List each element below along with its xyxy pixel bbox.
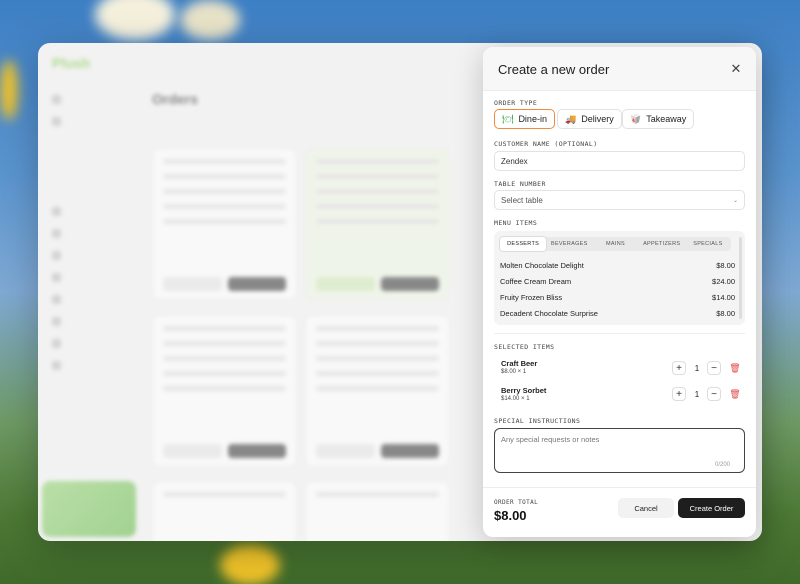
chevron-down-icon: ⌄ bbox=[732, 197, 738, 204]
dine-in-icon: 🍽 bbox=[502, 113, 514, 124]
quantity-value: 1 bbox=[694, 390, 700, 399]
sidebar-item[interactable] bbox=[52, 207, 61, 216]
decrement-button[interactable]: − bbox=[707, 361, 721, 375]
increment-button[interactable]: + bbox=[672, 387, 686, 401]
menu-items-box: DESSERTS BEVERAGES MAINS APPETIZERS SPEC… bbox=[494, 231, 745, 325]
order-total-value: $8.00 bbox=[494, 508, 527, 523]
staff-icon bbox=[52, 317, 61, 326]
divider bbox=[494, 333, 745, 334]
takeaway-button[interactable]: 🥡 Takeaway bbox=[622, 109, 695, 129]
background-flower bbox=[95, 0, 175, 40]
close-icon[interactable]: ✕ bbox=[726, 59, 746, 79]
sidebar-item[interactable] bbox=[52, 117, 61, 126]
menu-item-name: Coffee Cream Dream bbox=[500, 277, 572, 286]
character-counter: 0/200 bbox=[714, 462, 730, 468]
background-flower bbox=[0, 60, 18, 120]
table-select-placeholder: Select table bbox=[501, 195, 543, 205]
menu-item-name: Decadent Chocolate Surprise bbox=[500, 309, 598, 318]
customer-name-input[interactable]: Zendex bbox=[494, 151, 745, 171]
trash-icon[interactable]: 🗑 bbox=[729, 361, 741, 375]
quantity-value: 1 bbox=[694, 364, 700, 373]
tab-mains[interactable]: MAINS bbox=[592, 237, 638, 251]
menu-icon bbox=[52, 207, 61, 216]
sidebar-item[interactable] bbox=[52, 339, 61, 348]
menu-item-price: $8.00 bbox=[716, 261, 735, 270]
menu-items-label: MENU ITEMS bbox=[494, 219, 538, 227]
sidebar-item[interactable] bbox=[52, 95, 61, 104]
cancel-button[interactable]: Cancel bbox=[618, 498, 674, 518]
settings-icon bbox=[52, 361, 61, 370]
increment-button[interactable]: + bbox=[672, 361, 686, 375]
selected-item-detail: $8.00 × 1 bbox=[501, 369, 527, 375]
table-number-select[interactable]: Select table ⌄ bbox=[494, 190, 745, 210]
order-card[interactable] bbox=[305, 481, 450, 541]
menu-item-name: Molten Chocolate Delight bbox=[500, 261, 584, 270]
selected-items-label: SELECTED ITEMS bbox=[494, 343, 555, 351]
create-order-panel: Create a new order ✕ ORDER TYPE 🍽 Dine-i… bbox=[483, 47, 756, 537]
sidebar-item[interactable] bbox=[52, 361, 61, 370]
table-number-label: TABLE NUMBER bbox=[494, 180, 546, 188]
sidebar-item[interactable] bbox=[52, 317, 61, 326]
tables-icon bbox=[52, 229, 61, 238]
order-type-label: ORDER TYPE bbox=[494, 99, 538, 107]
panel-footer: ORDER TOTAL $8.00 Cancel Create Order bbox=[483, 487, 756, 537]
background-flower bbox=[180, 0, 240, 40]
tab-desserts[interactable]: DESSERTS bbox=[500, 237, 547, 251]
inventory-icon bbox=[52, 251, 61, 260]
delivery-button[interactable]: 🚚 Delivery bbox=[557, 109, 622, 129]
promo-card[interactable] bbox=[42, 481, 136, 537]
orders-icon bbox=[52, 117, 61, 126]
background-flower bbox=[220, 545, 280, 584]
panel-title: Create a new order bbox=[498, 62, 610, 77]
order-card[interactable] bbox=[305, 148, 450, 300]
order-total-label: ORDER TOTAL bbox=[494, 499, 539, 506]
order-card[interactable] bbox=[152, 481, 297, 541]
reports-icon bbox=[52, 339, 61, 348]
sidebar-item[interactable] bbox=[52, 295, 61, 304]
menu-scrollbar[interactable] bbox=[739, 237, 742, 319]
page-title: Orders bbox=[152, 91, 198, 107]
selected-item-detail: $14.00 × 1 bbox=[501, 396, 530, 402]
decrement-button[interactable]: − bbox=[707, 387, 721, 401]
sidebar-item[interactable] bbox=[52, 273, 61, 282]
dashboard-icon bbox=[52, 95, 61, 104]
selected-item-name: Craft Beer bbox=[501, 359, 538, 368]
dine-in-label: Dine-in bbox=[518, 114, 547, 124]
menu-tabs: DESSERTS BEVERAGES MAINS APPETIZERS SPEC… bbox=[500, 237, 731, 251]
panel-header: Create a new order ✕ bbox=[483, 47, 756, 91]
menu-item[interactable]: Molten Chocolate Delight $8.00 bbox=[500, 261, 735, 270]
tab-specials[interactable]: SPECIALS bbox=[685, 237, 731, 251]
takeaway-label: Takeaway bbox=[646, 114, 687, 124]
sidebar-item[interactable] bbox=[52, 229, 61, 238]
menu-item[interactable]: Coffee Cream Dream $24.00 bbox=[500, 277, 735, 286]
takeaway-icon: 🥡 bbox=[630, 113, 642, 124]
create-order-button[interactable]: Create Order bbox=[678, 498, 745, 518]
menu-item-price: $14.00 bbox=[712, 293, 735, 302]
order-card[interactable] bbox=[152, 148, 297, 300]
menu-item-price: $24.00 bbox=[712, 277, 735, 286]
menu-item[interactable]: Fruity Frozen Bliss $14.00 bbox=[500, 293, 735, 302]
special-instructions-label: SPECIAL INSTRUCTIONS bbox=[494, 417, 581, 425]
app-logo[interactable]: Plush bbox=[52, 55, 90, 71]
customer-name-label: CUSTOMER NAME (OPTIONAL) bbox=[494, 140, 598, 148]
order-card[interactable] bbox=[305, 315, 450, 467]
delivery-truck-icon: 🚚 bbox=[565, 113, 577, 124]
selected-item-name: Berry Sorbet bbox=[501, 386, 547, 395]
order-card[interactable] bbox=[152, 315, 297, 467]
sidebar-item[interactable] bbox=[52, 251, 61, 260]
tab-appetizers[interactable]: APPETIZERS bbox=[639, 237, 685, 251]
special-instructions-textarea[interactable]: Any special requests or notes 0/200 bbox=[494, 428, 745, 473]
trash-icon[interactable]: 🗑 bbox=[729, 387, 741, 401]
dine-in-button[interactable]: 🍽 Dine-in bbox=[494, 109, 555, 129]
reports-icon bbox=[52, 273, 61, 282]
menu-item[interactable]: Decadent Chocolate Surprise $8.00 bbox=[500, 309, 735, 318]
customers-icon bbox=[52, 295, 61, 304]
instructions-placeholder: Any special requests or notes bbox=[501, 435, 600, 444]
delivery-label: Delivery bbox=[581, 114, 614, 124]
menu-item-name: Fruity Frozen Bliss bbox=[500, 293, 563, 302]
tab-beverages[interactable]: BEVERAGES bbox=[546, 237, 592, 251]
menu-item-price: $8.00 bbox=[716, 309, 735, 318]
